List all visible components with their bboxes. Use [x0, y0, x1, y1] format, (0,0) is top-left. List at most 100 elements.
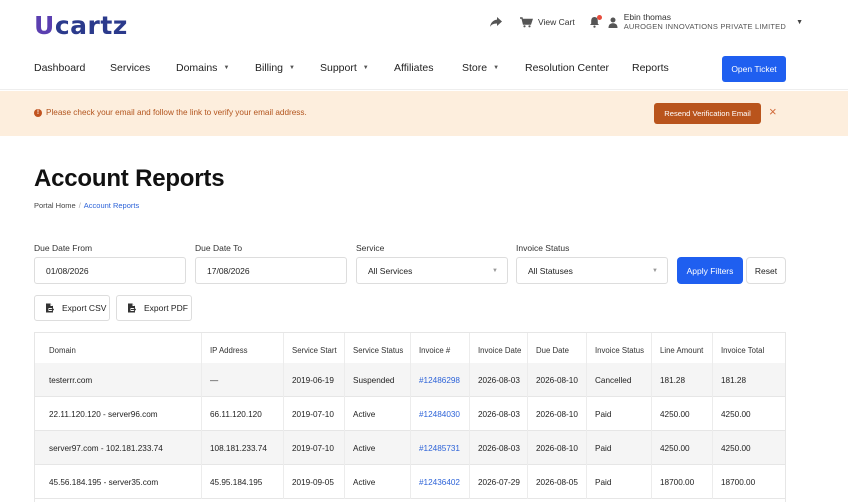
export-pdf-label: Export PDF: [144, 303, 188, 313]
table-row: 45.56.184.195 - server35.com 45.95.184.1…: [35, 465, 785, 499]
cell-service-status: Active: [345, 431, 411, 465]
share-icon[interactable]: [489, 16, 503, 28]
breadcrumb-separator: /: [78, 201, 81, 210]
export-pdf-button[interactable]: Export PDF: [116, 295, 192, 321]
export-csv-label: Export CSV: [62, 303, 107, 313]
table-row: testerrr.com — 2019-06-19 Suspended #124…: [35, 363, 785, 397]
column-header[interactable]: Due Date: [528, 333, 587, 367]
column-header[interactable]: Domain: [35, 333, 202, 367]
logo-text: cartz: [54, 10, 128, 40]
nav-domains[interactable]: Domains ▼: [176, 62, 229, 74]
close-icon[interactable]: ×: [769, 104, 777, 119]
nav-label: Domains: [176, 62, 218, 74]
apply-filters-button[interactable]: Apply Filters: [677, 257, 743, 284]
nav-support[interactable]: Support ▼: [320, 62, 369, 74]
alert-icon: !: [34, 109, 42, 117]
column-header[interactable]: IP Address: [202, 333, 284, 367]
cell-ip: 45.95.184.195: [202, 465, 284, 499]
cell-domain: testerrr.com: [35, 363, 202, 397]
cell-service-status: Suspended: [345, 363, 411, 397]
cell-invoice-total: 18700.00: [721, 477, 756, 487]
nav-label: Billing: [255, 62, 284, 74]
invoice-status-select[interactable]: All Statuses ▼: [516, 257, 668, 284]
invoice-link[interactable]: #12484030: [411, 397, 470, 431]
service-value: All Services: [368, 265, 413, 276]
cell-ip: 66.11.120.120: [202, 397, 284, 431]
nav-reports[interactable]: Reports: [632, 62, 669, 74]
nav-resolution-center[interactable]: Resolution Center: [525, 62, 609, 74]
export-csv-button[interactable]: Export CSV: [34, 295, 110, 321]
cell-invoice-date: 2026-07-29: [470, 465, 528, 499]
column-header[interactable]: Invoice Total: [713, 333, 785, 367]
nav-billing[interactable]: Billing ▼: [255, 62, 295, 74]
nav-label: Dashboard: [34, 62, 86, 74]
open-ticket-button[interactable]: Open Ticket: [722, 56, 786, 82]
column-header[interactable]: Line Amount: [652, 333, 713, 367]
due-from-label: Due Date From: [34, 243, 93, 253]
column-header[interactable]: Invoice #: [411, 333, 470, 367]
user-company: AUROGEN INNOVATIONS PRIVATE LIMITED: [623, 22, 786, 31]
view-cart-link[interactable]: View Cart: [538, 17, 575, 27]
invoice-status-label: Invoice Status: [516, 243, 570, 253]
main-nav: Dashboard Services Domains ▼ Billing ▼ Sup…: [0, 48, 848, 90]
invoice-status-value: All Statuses: [528, 265, 573, 276]
due-from-input[interactable]: 01/08/2026: [34, 257, 186, 284]
nav-label: Support: [320, 62, 357, 74]
cell-invoice-date: 2026-08-03: [470, 397, 528, 431]
column-header[interactable]: Invoice Status: [587, 333, 652, 367]
cell-due-date: 2026-08-05: [528, 465, 587, 499]
top-bar: Ucartz View Cart Ebin thomas AUROGEN INN…: [0, 0, 848, 48]
breadcrumb-current: Account Reports: [83, 201, 140, 210]
file-export-icon: [128, 303, 136, 313]
user-name: Ebin thomas: [623, 12, 671, 22]
cell-line-amount: 181.28: [652, 363, 713, 397]
nav-affiliates[interactable]: Affiliates: [394, 62, 434, 74]
due-to-value: 17/08/2026: [207, 265, 250, 276]
chevron-down-icon: ▼: [289, 65, 295, 72]
cart-icon[interactable]: [519, 16, 533, 28]
cell-due-date: 2026-08-10: [528, 363, 587, 397]
invoice-link[interactable]: #12486298: [411, 363, 470, 397]
cell-invoice-status: Paid: [587, 465, 652, 499]
column-header[interactable]: Service Status: [345, 333, 411, 367]
cell-domain: 22.11.120.120 - server96.com: [35, 397, 202, 431]
due-from-value: 01/08/2026: [46, 265, 89, 276]
breadcrumb-home[interactable]: Portal Home: [34, 201, 76, 210]
chevron-down-icon: ▼: [796, 19, 803, 26]
column-header[interactable]: Service Start: [284, 333, 345, 367]
service-select[interactable]: All Services ▼: [356, 257, 508, 284]
chevron-down-icon: ▼: [492, 268, 498, 274]
cell-invoice-date: 2026-08-03: [470, 431, 528, 465]
cell-invoice-date: 2026-08-03: [470, 363, 528, 397]
cell-service-start: 2019-06-19: [284, 363, 345, 397]
invoice-link[interactable]: #12436402: [411, 465, 470, 499]
cell-domain: server97.com - 102.181.233.74: [35, 431, 202, 465]
logo-u: U: [34, 10, 55, 40]
breadcrumb: Portal Home / Account Reports: [34, 201, 139, 210]
user-icon: [608, 17, 618, 28]
cell-invoice-status: Paid: [587, 431, 652, 465]
nav-store[interactable]: Store ▼: [462, 62, 499, 74]
user-menu[interactable]: Ebin thomas AUROGEN INNOVATIONS PRIVATE …: [623, 12, 803, 32]
table-row: 22.11.120.120 - server96.com 66.11.120.1…: [35, 397, 785, 431]
invoice-link[interactable]: #12485731: [411, 431, 470, 465]
cell-invoice-status: Paid: [587, 397, 652, 431]
reset-button[interactable]: Reset: [746, 257, 786, 284]
due-to-input[interactable]: 17/08/2026: [195, 257, 347, 284]
cell-domain: 45.56.184.195 - server35.com: [35, 465, 202, 499]
cell-invoice-status: Cancelled: [587, 363, 652, 397]
nav-services[interactable]: Services: [110, 62, 150, 74]
cell-due-date: 2026-08-10: [528, 431, 587, 465]
resend-verification-button[interactable]: Resend Verification Email: [654, 103, 761, 124]
nav-dashboard[interactable]: Dashboard: [34, 62, 85, 74]
chevron-down-icon: ▼: [652, 268, 658, 274]
cell-line-amount: 4250.00: [652, 431, 713, 465]
column-header[interactable]: Invoice Date: [470, 333, 528, 367]
page-title: Account Reports: [34, 165, 225, 192]
notification-bell[interactable]: [589, 15, 602, 28]
ucartz-logo[interactable]: Ucartz: [34, 10, 128, 40]
verify-email-alert: ! Please check your email and follow the…: [0, 91, 848, 136]
top-right-actions: View Cart Ebin thomas AUROGEN INNOVATION…: [489, 12, 803, 32]
nav-label: Reports: [632, 62, 669, 74]
table-header-row: Domain IP Address Service Start Service …: [35, 333, 785, 367]
